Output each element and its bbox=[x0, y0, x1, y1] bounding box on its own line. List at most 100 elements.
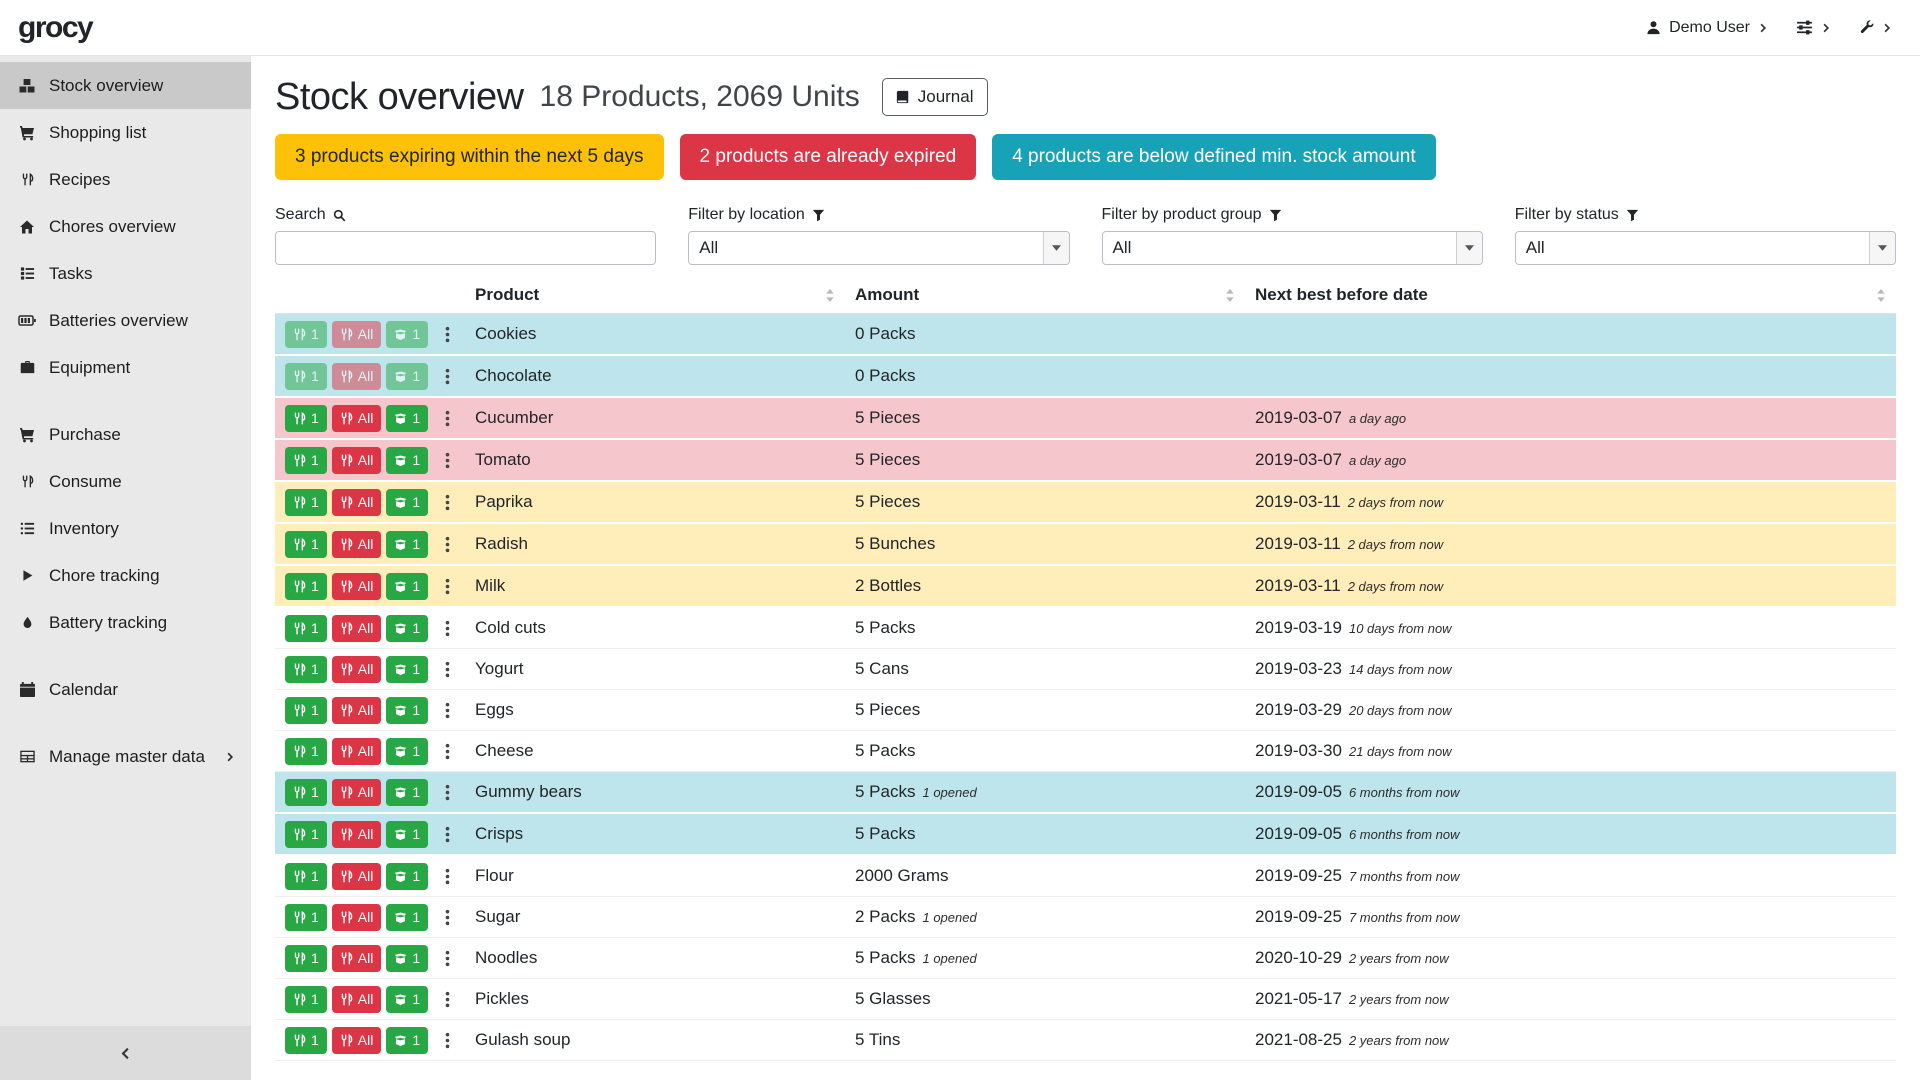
sidebar-item-equipment[interactable]: Equipment bbox=[0, 344, 251, 391]
consume-all-button[interactable]: All bbox=[332, 363, 382, 390]
column-header-product[interactable]: Product bbox=[465, 277, 845, 313]
open-one-button[interactable]: 1 bbox=[386, 489, 428, 516]
open-one-button[interactable]: 1 bbox=[386, 779, 428, 806]
row-menu-button[interactable] bbox=[440, 492, 455, 513]
row-menu-button[interactable] bbox=[440, 366, 455, 387]
open-one-button[interactable]: 1 bbox=[386, 573, 428, 600]
row-menu-button[interactable] bbox=[440, 989, 455, 1010]
consume-all-button[interactable]: All bbox=[332, 447, 382, 474]
open-one-button[interactable]: 1 bbox=[386, 904, 428, 931]
open-one-button[interactable]: 1 bbox=[386, 363, 428, 390]
consume-all-button[interactable]: All bbox=[332, 945, 382, 972]
below-min-stock-alert[interactable]: 4 products are below defined min. stock … bbox=[992, 134, 1435, 180]
journal-button[interactable]: Journal bbox=[882, 78, 988, 116]
consume-all-button[interactable]: All bbox=[332, 405, 382, 432]
row-menu-button[interactable] bbox=[440, 618, 455, 639]
sidebar-item-batteries-overview[interactable]: Batteries overview bbox=[0, 297, 251, 344]
app-logo[interactable]: grocy bbox=[18, 11, 92, 45]
consume-one-button[interactable]: 1 bbox=[285, 615, 327, 642]
row-menu-button[interactable] bbox=[440, 782, 455, 803]
sidebar-item-recipes[interactable]: Recipes bbox=[0, 156, 251, 203]
user-menu[interactable]: Demo User bbox=[1646, 19, 1768, 37]
row-menu-button[interactable] bbox=[440, 659, 455, 680]
open-one-button[interactable]: 1 bbox=[386, 986, 428, 1013]
consume-one-button[interactable]: 1 bbox=[285, 945, 327, 972]
consume-one-button[interactable]: 1 bbox=[285, 697, 327, 724]
product-group-filter-select[interactable]: All bbox=[1102, 231, 1483, 265]
row-menu-button[interactable] bbox=[440, 907, 455, 928]
open-one-button[interactable]: 1 bbox=[386, 615, 428, 642]
open-one-button[interactable]: 1 bbox=[386, 945, 428, 972]
consume-one-button[interactable]: 1 bbox=[285, 863, 327, 890]
row-menu-button[interactable] bbox=[440, 324, 455, 345]
consume-all-button[interactable]: All bbox=[332, 1027, 382, 1054]
consume-one-button[interactable]: 1 bbox=[285, 738, 327, 765]
status-filter-select[interactable]: All bbox=[1515, 231, 1896, 265]
consume-one-button[interactable]: 1 bbox=[285, 573, 327, 600]
location-filter-select[interactable]: All bbox=[688, 231, 1069, 265]
sidebar-item-purchase[interactable]: Purchase bbox=[0, 411, 251, 458]
sidebar-item-stock-overview[interactable]: Stock overview bbox=[0, 62, 251, 109]
row-menu-button[interactable] bbox=[440, 866, 455, 887]
row-menu-button[interactable] bbox=[440, 700, 455, 721]
consume-all-button[interactable]: All bbox=[332, 615, 382, 642]
open-one-button[interactable]: 1 bbox=[386, 1027, 428, 1054]
consume-one-button[interactable]: 1 bbox=[285, 405, 327, 432]
sidebar-item-chore-tracking[interactable]: Chore tracking bbox=[0, 552, 251, 599]
open-one-button[interactable]: 1 bbox=[386, 405, 428, 432]
row-menu-button[interactable] bbox=[440, 1030, 455, 1051]
consume-all-button[interactable]: All bbox=[332, 531, 382, 558]
consume-one-button[interactable]: 1 bbox=[285, 1027, 327, 1054]
row-menu-button[interactable] bbox=[440, 450, 455, 471]
row-menu-button[interactable] bbox=[440, 576, 455, 597]
admin-menu[interactable] bbox=[1859, 20, 1892, 35]
sidebar-item-battery-tracking[interactable]: Battery tracking bbox=[0, 599, 251, 646]
column-header-best-before[interactable]: Next best before date bbox=[1245, 277, 1896, 313]
sort-icon[interactable] bbox=[1876, 289, 1886, 302]
sort-icon[interactable] bbox=[1225, 289, 1235, 302]
sidebar-item-consume[interactable]: Consume bbox=[0, 458, 251, 505]
open-one-button[interactable]: 1 bbox=[386, 656, 428, 683]
consume-one-button[interactable]: 1 bbox=[285, 489, 327, 516]
sidebar-item-calendar[interactable]: Calendar bbox=[0, 666, 251, 713]
open-one-button[interactable]: 1 bbox=[386, 321, 428, 348]
consume-one-button[interactable]: 1 bbox=[285, 321, 327, 348]
open-one-button[interactable]: 1 bbox=[386, 697, 428, 724]
sidebar-item-shopping-list[interactable]: Shopping list bbox=[0, 109, 251, 156]
column-header-amount[interactable]: Amount bbox=[845, 277, 1245, 313]
consume-all-button[interactable]: All bbox=[332, 863, 382, 890]
open-one-button[interactable]: 1 bbox=[386, 738, 428, 765]
consume-all-button[interactable]: All bbox=[332, 697, 382, 724]
consume-one-button[interactable]: 1 bbox=[285, 986, 327, 1013]
consume-one-button[interactable]: 1 bbox=[285, 363, 327, 390]
consume-all-button[interactable]: All bbox=[332, 321, 382, 348]
row-menu-button[interactable] bbox=[440, 534, 455, 555]
row-menu-button[interactable] bbox=[440, 408, 455, 429]
row-menu-button[interactable] bbox=[440, 741, 455, 762]
consume-all-button[interactable]: All bbox=[332, 779, 382, 806]
expiring-alert[interactable]: 3 products expiring within the next 5 da… bbox=[275, 134, 664, 180]
consume-one-button[interactable]: 1 bbox=[285, 904, 327, 931]
consume-one-button[interactable]: 1 bbox=[285, 447, 327, 474]
open-one-button[interactable]: 1 bbox=[386, 447, 428, 474]
sidebar-item-tasks[interactable]: Tasks bbox=[0, 250, 251, 297]
expired-alert[interactable]: 2 products are already expired bbox=[680, 134, 977, 180]
consume-all-button[interactable]: All bbox=[332, 489, 382, 516]
consume-all-button[interactable]: All bbox=[332, 656, 382, 683]
consume-all-button[interactable]: All bbox=[332, 986, 382, 1013]
consume-one-button[interactable]: 1 bbox=[285, 531, 327, 558]
open-one-button[interactable]: 1 bbox=[386, 531, 428, 558]
consume-one-button[interactable]: 1 bbox=[285, 779, 327, 806]
consume-all-button[interactable]: All bbox=[332, 573, 382, 600]
sidebar-item-chores-overview[interactable]: Chores overview bbox=[0, 203, 251, 250]
row-menu-button[interactable] bbox=[440, 948, 455, 969]
sidebar-collapse-button[interactable] bbox=[0, 1026, 251, 1080]
row-menu-button[interactable] bbox=[440, 824, 455, 845]
consume-all-button[interactable]: All bbox=[332, 738, 382, 765]
consume-all-button[interactable]: All bbox=[332, 904, 382, 931]
open-one-button[interactable]: 1 bbox=[386, 821, 428, 848]
open-one-button[interactable]: 1 bbox=[386, 863, 428, 890]
sidebar-item-inventory[interactable]: Inventory bbox=[0, 505, 251, 552]
sort-icon[interactable] bbox=[825, 289, 835, 302]
consume-one-button[interactable]: 1 bbox=[285, 821, 327, 848]
